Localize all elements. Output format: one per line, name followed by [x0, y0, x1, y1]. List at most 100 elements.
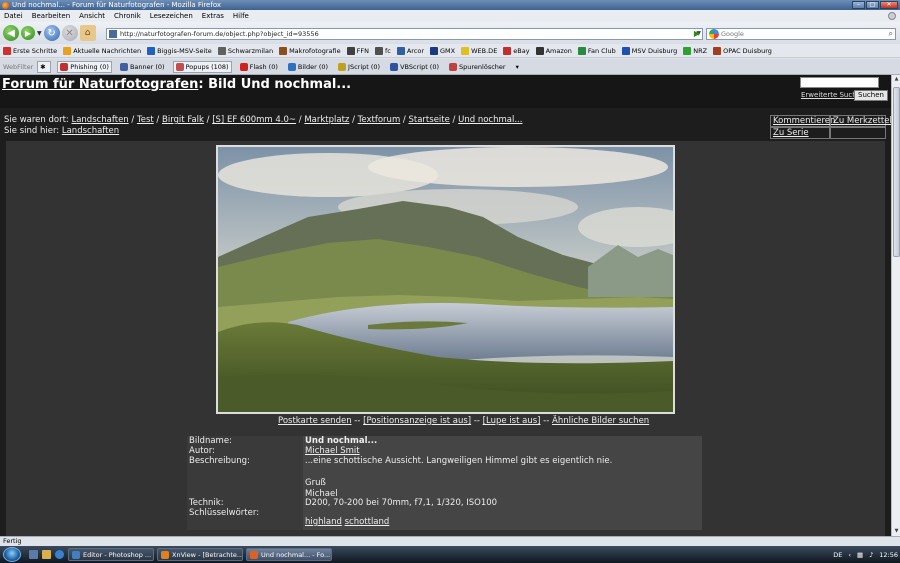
- bookmark-item[interactable]: Arcor: [396, 46, 424, 55]
- site-search-input[interactable]: [800, 77, 879, 88]
- bookmark-item[interactable]: Biggis-MSV-Seite: [147, 46, 212, 55]
- visited-link[interactable]: [S] EF 600mm 4.0~: [212, 115, 296, 125]
- bookmark-item[interactable]: Aktuelle Nachrichten: [63, 46, 141, 55]
- webfilter-item[interactable]: VBScript (0): [388, 61, 441, 73]
- comment-link[interactable]: Kommentieren: [770, 115, 835, 127]
- webfilter-item[interactable]: Flash (0): [238, 61, 280, 73]
- keyword-link[interactable]: schottland: [345, 517, 390, 527]
- taskbar-app-icon: [161, 550, 169, 559]
- visited-link[interactable]: Landschaften: [71, 115, 128, 125]
- stop-icon[interactable]: ✕: [61, 25, 78, 41]
- webfilter-item[interactable]: Phishing (0): [57, 60, 112, 73]
- bookmark-item[interactable]: Erste Schritte: [3, 46, 57, 55]
- here-link[interactable]: Landschaften: [62, 126, 119, 136]
- bookmark-label: Fan Club: [587, 46, 616, 55]
- google-icon[interactable]: [709, 29, 719, 39]
- scroll-down-arrow-icon[interactable]: ▼: [892, 527, 900, 536]
- webfilter-item-icon: [175, 62, 184, 71]
- magnifier-toggle-link[interactable]: [Lupe ist aus]: [483, 416, 541, 426]
- position-toggle-link[interactable]: [Positionsanzeige ist aus]: [363, 416, 471, 426]
- home-icon[interactable]: ⌂: [79, 25, 96, 41]
- language-indicator[interactable]: DE: [833, 551, 842, 559]
- postcard-link[interactable]: Postkarte senden: [278, 416, 352, 426]
- bookmark-item[interactable]: Amazon: [535, 46, 572, 55]
- search-input[interactable]: [721, 30, 881, 38]
- bookmark-item[interactable]: OPAC Duisburg: [713, 46, 772, 55]
- menu-lesezeichen[interactable]: Lesezeichen: [150, 12, 193, 20]
- description-line: Gruß: [305, 478, 326, 488]
- explorer-icon[interactable]: [42, 550, 51, 559]
- bookmark-item[interactable]: fc: [374, 46, 391, 55]
- similar-images-link[interactable]: Ähnliche Bilder suchen: [552, 416, 649, 426]
- bookmark-item[interactable]: WEB.DE: [461, 46, 497, 55]
- bookmark-item[interactable]: Makrofotografie: [279, 46, 341, 55]
- bookmark-link[interactable]: Zu Merkzettel: [830, 115, 891, 127]
- bookmark-item[interactable]: MSV Duisburg: [621, 46, 677, 55]
- firefox-icon: [2, 1, 9, 9]
- menu-ansicht[interactable]: Ansicht: [79, 12, 105, 20]
- taskbar-button[interactable]: Editor - Photoshop ...: [68, 548, 154, 561]
- visited-link[interactable]: Test: [137, 115, 154, 125]
- webfilter-item[interactable]: Banner (0): [118, 61, 167, 73]
- url-text[interactable]: http://naturfotografen-forum.de/object.p…: [120, 30, 319, 38]
- series-link[interactable]: Zu Serie: [770, 127, 830, 139]
- landscape-photo[interactable]: [216, 145, 675, 414]
- keyword-link[interactable]: highland: [305, 517, 342, 527]
- forward-arrow-icon[interactable]: ▶: [21, 26, 35, 40]
- webfilter-item[interactable]: Bilder (0): [286, 61, 330, 73]
- author-link[interactable]: Michael Smit: [305, 446, 360, 456]
- maximize-button[interactable]: □: [866, 1, 879, 9]
- network-icon[interactable]: ▦: [857, 551, 863, 559]
- webfilter-dropdown-icon[interactable]: ▾: [514, 61, 521, 73]
- close-button[interactable]: ✕: [880, 1, 898, 9]
- menu-chronik[interactable]: Chronik: [114, 12, 141, 20]
- start-button-icon[interactable]: [3, 547, 21, 562]
- bookmark-label: GMX: [440, 46, 456, 55]
- taskbar-button[interactable]: XnView - [Betrachte...: [157, 548, 243, 561]
- volume-icon[interactable]: ♪: [869, 551, 873, 559]
- taskbar-button[interactable]: Und nochmal... - Fo...: [246, 548, 332, 561]
- bookmark-item[interactable]: Schwarzmilan: [217, 46, 273, 55]
- internet-explorer-icon[interactable]: [55, 550, 64, 559]
- menu-extras[interactable]: Extras: [202, 12, 224, 20]
- magnifier-icon[interactable]: ⌕: [889, 29, 893, 39]
- go-arrow-icon[interactable]: ▶: [691, 28, 703, 40]
- vertical-scrollbar[interactable]: ▲ ▼: [891, 75, 900, 536]
- site-search-button[interactable]: Suchen: [854, 90, 888, 101]
- bookmark-item[interactable]: eBay: [503, 46, 530, 55]
- info-row-name: Bildname: Und nochmal...: [187, 436, 702, 446]
- show-desktop-icon[interactable]: [29, 550, 38, 559]
- webfilter-settings-icon[interactable]: ✱: [37, 60, 52, 73]
- url-bar[interactable]: http://naturfotografen-forum.de/object.p…: [106, 28, 703, 40]
- webfilter-item[interactable]: Popups (108): [172, 60, 232, 73]
- bookmark-item[interactable]: NRZ: [683, 46, 707, 55]
- visited-link[interactable]: Startseite: [409, 115, 450, 125]
- webfilter-item-label: Banner (0): [129, 62, 165, 71]
- webfilter-item[interactable]: Spurenlöscher: [447, 61, 508, 73]
- tray-arrow-icon[interactable]: ‹: [848, 551, 851, 559]
- scroll-up-arrow-icon[interactable]: ▲: [892, 75, 900, 84]
- breadcrumb: Sie waren dort: Landschaften / Test / Bi…: [4, 115, 522, 137]
- scrollbar-thumb[interactable]: [893, 87, 900, 257]
- advanced-search-link[interactable]: Erweiterte Suche: [801, 91, 861, 99]
- name-value: Und nochmal...: [303, 436, 702, 446]
- menu-hilfe[interactable]: Hilfe: [233, 12, 249, 20]
- webfilter-item-label: JScript (0): [348, 62, 381, 71]
- bookmark-item[interactable]: GMX: [430, 46, 456, 55]
- visited-link[interactable]: Und nochmal...: [458, 115, 522, 125]
- bookmark-item[interactable]: FFN: [346, 46, 369, 55]
- webfilter-item[interactable]: JScript (0): [336, 61, 382, 73]
- back-arrow-icon[interactable]: ◀: [3, 25, 19, 41]
- bookmark-item[interactable]: Fan Club: [577, 46, 616, 55]
- visited-link[interactable]: Birgit Falk: [162, 115, 204, 125]
- search-bar[interactable]: ⌕: [706, 28, 896, 40]
- menu-datei[interactable]: Datei: [4, 12, 23, 20]
- minimize-button[interactable]: –: [852, 1, 865, 9]
- clock[interactable]: 12:56: [879, 551, 898, 559]
- menu-bearbeiten[interactable]: Bearbeiten: [32, 12, 70, 20]
- site-home-link[interactable]: Forum für Naturfotografen: [2, 77, 198, 92]
- visited-link[interactable]: Textforum: [358, 115, 401, 125]
- reload-icon[interactable]: ↻: [43, 25, 60, 41]
- history-dropdown-icon[interactable]: ▼: [37, 30, 42, 37]
- visited-link[interactable]: Marktplatz: [304, 115, 349, 125]
